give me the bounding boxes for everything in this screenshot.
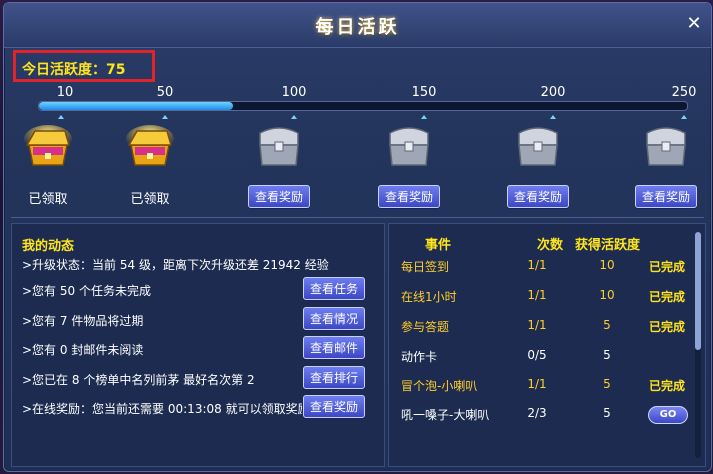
completed-badge: 已完成: [649, 260, 686, 274]
silver-chest-icon: [646, 127, 686, 166]
claimed-label: 已领取: [130, 192, 170, 207]
event-count: 1/1: [527, 288, 547, 302]
event-count: 1/1: [527, 258, 547, 272]
event-points: 5: [603, 406, 611, 420]
event-name: 动作卡: [401, 350, 438, 364]
dynamics-line: >您有 50 个任务未完成: [22, 284, 151, 298]
count-header: 次数: [537, 238, 564, 253]
title-bar: 每日活跃 ✕: [4, 3, 711, 48]
silver-chest-icon: [518, 127, 558, 166]
dynamics-line: >您有 7 件物品将过期: [22, 314, 144, 328]
completed-badge: 已完成: [649, 379, 686, 393]
event-points: 5: [603, 348, 611, 362]
open-gold-chest-icon: [24, 125, 72, 166]
dynamics-title: 我的动态: [22, 239, 75, 254]
threshold-marker: [291, 115, 297, 119]
dynamics-line: >在线奖励：您当前还需要 00:13:08 就可以领取奖励: [22, 402, 302, 416]
completed-badge: 已完成: [649, 290, 686, 304]
completed-badge: 已完成: [649, 320, 686, 334]
reward-slot-10: 已领取: [3, 125, 93, 207]
tick-label: 150: [411, 85, 437, 100]
activity-progress-fill: [39, 102, 234, 110]
go-button[interactable]: GO: [648, 406, 688, 424]
dynamics-line: >升级状态：当前 54 级，距离下次升级还差 21942 经验: [22, 258, 329, 272]
threshold-marker: [162, 115, 168, 119]
event-row: 参与答题 1/1 5 已完成: [389, 318, 689, 342]
tick-label: 200: [540, 85, 566, 100]
activity-progress-bar: [38, 101, 688, 111]
events-scrollbar[interactable]: [695, 232, 701, 458]
event-name: 每日签到: [401, 260, 450, 274]
silver-chest-icon: [259, 127, 299, 166]
event-points: 10: [599, 288, 615, 302]
event-row: 冒个泡-小喇叭 1/1 5 已完成: [389, 377, 689, 401]
view-mail-button[interactable]: 查看邮件: [303, 336, 366, 359]
event-row: 吼一嗓子-大喇叭 2/3 5 GO: [389, 406, 689, 430]
event-row: 每日签到 1/1 10 已完成: [389, 258, 689, 282]
view-reward-button[interactable]: 查看奖励: [506, 185, 569, 208]
event-points: 10: [599, 258, 615, 272]
threshold-marker: [550, 115, 556, 119]
reward-slot-50: 已领取: [105, 125, 195, 207]
tick-label: 10: [56, 85, 74, 100]
view-ranking-button[interactable]: 查看排行: [303, 366, 366, 389]
event-name: 冒个泡-小喇叭: [401, 379, 478, 393]
section-divider: [11, 217, 704, 218]
my-dynamics-panel: 我的动态 >升级状态：当前 54 级，距离下次升级还差 21942 经验 >您有…: [11, 223, 385, 467]
progress-ticks: 10 50 100 150 200 250: [4, 85, 711, 101]
view-reward-button[interactable]: 查看奖励: [377, 185, 440, 208]
event-count: 0/5: [527, 348, 547, 362]
events-panel: 事件 次数 获得活跃度 每日签到 1/1 10 已完成 在线1小时 1/1 10…: [388, 223, 706, 467]
view-status-button[interactable]: 查看情况: [303, 307, 366, 330]
event-header: 事件: [425, 238, 452, 253]
view-reward-button[interactable]: 查看奖励: [634, 185, 697, 208]
tick-label: 50: [156, 85, 174, 100]
event-name: 在线1小时: [401, 290, 457, 304]
reward-slot-100: 查看奖励: [234, 125, 324, 208]
window-title: 每日活跃: [315, 17, 400, 38]
tick-label: 100: [281, 85, 307, 100]
view-tasks-button[interactable]: 查看任务: [303, 277, 366, 300]
points-header: 获得活跃度: [575, 238, 641, 253]
reward-slot-200: 查看奖励: [493, 125, 583, 208]
event-row: 在线1小时 1/1 10 已完成: [389, 288, 689, 312]
event-points: 5: [603, 318, 611, 332]
dynamics-line: >您已在 8 个榜单中名列前茅 最好名次第 2: [22, 373, 255, 387]
dynamics-line: >您有 0 封邮件未阅读: [22, 343, 144, 357]
threshold-marker: [421, 115, 427, 119]
event-name: 吼一嗓子-大喇叭: [401, 408, 490, 422]
view-online-reward-button[interactable]: 查看奖励: [303, 395, 366, 418]
open-gold-chest-icon: [126, 125, 174, 166]
event-count: 1/1: [527, 318, 547, 332]
silver-chest-icon: [389, 127, 429, 166]
view-reward-button[interactable]: 查看奖励: [247, 185, 310, 208]
close-icon[interactable]: ✕: [685, 15, 703, 33]
tick-label: 250: [671, 85, 697, 100]
reward-slot-250: 查看奖励: [621, 125, 711, 208]
event-name: 参与答题: [401, 320, 450, 334]
event-count: 2/3: [527, 406, 547, 420]
claimed-label: 已领取: [28, 192, 68, 207]
scrollbar-thumb[interactable]: [695, 232, 701, 350]
event-count: 1/1: [527, 377, 547, 391]
event-row: 动作卡 0/5 5: [389, 348, 689, 372]
threshold-marker: [58, 115, 64, 119]
daily-activity-window: 每日活跃 ✕ 今日活跃度：75 10 50 100 150 200 250 已领…: [3, 2, 712, 472]
event-points: 5: [603, 377, 611, 391]
reward-slot-150: 查看奖励: [364, 125, 454, 208]
threshold-marker: [681, 115, 687, 119]
activity-score: 今日活跃度：75: [13, 50, 155, 82]
